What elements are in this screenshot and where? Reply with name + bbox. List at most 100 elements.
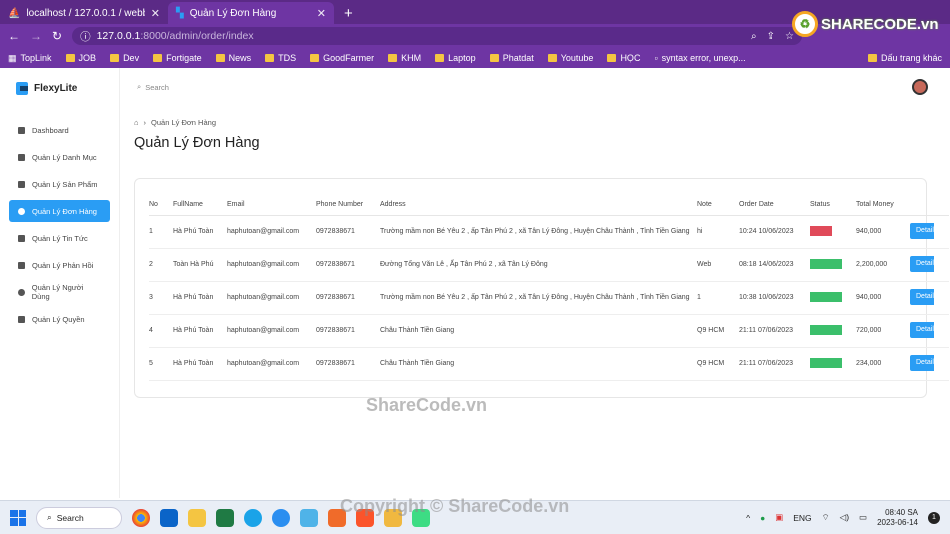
cell-note: hi [697, 215, 739, 249]
cell-fullname: Hà Phú Toàn [173, 281, 227, 315]
outlook-icon[interactable] [160, 508, 178, 527]
sidebar-item-products[interactable]: Quản Lý Sản Phẩm [9, 173, 110, 195]
close-icon[interactable]: ✕ [151, 7, 160, 20]
browser-tab-orders[interactable]: ▚ Quản Lý Đơn Hàng ✕ [168, 2, 334, 24]
chrome-icon[interactable] [132, 508, 150, 527]
new-tab-button[interactable]: + [334, 5, 363, 24]
main-content: ⌂ › Quản Lý Đơn Hàng Quản Lý Đơn Hàng No… [134, 118, 949, 398]
sidebar-item-users[interactable]: Quản Lý Người Dùng [9, 281, 110, 303]
sidebar-item-label: Quản Lý Người Dùng [31, 283, 84, 301]
orders-table: No FullName Email Phone Number Address N… [149, 195, 949, 381]
folder-icon [435, 54, 445, 62]
cell-no: 3 [149, 281, 173, 315]
sidebar-item-orders[interactable]: Quản Lý Đơn Hàng [9, 200, 110, 222]
info-icon: ⓘ [80, 30, 91, 43]
antivirus-icon[interactable]: ▣ [775, 512, 783, 523]
zalo-icon[interactable] [272, 508, 290, 527]
back-icon[interactable]: ← [8, 29, 20, 43]
detail-button[interactable]: Detail [910, 288, 934, 305]
bookmark-folder[interactable]: TDS [265, 53, 296, 63]
col-status: Status [810, 195, 856, 216]
language-indicator[interactable]: ENG [793, 513, 811, 523]
sidebar-item-label: Quản Lý Sản Phẩm [32, 179, 98, 189]
battery-icon[interactable]: ▭ [859, 512, 867, 523]
shield-icon[interactable]: ● [760, 513, 765, 523]
taskbar-search[interactable]: ⌕ Search [36, 506, 122, 529]
close-icon[interactable]: ✕ [317, 7, 326, 20]
bookmark-folder[interactable]: Phatdat [489, 53, 534, 63]
col-order-date: Order Date [739, 195, 810, 216]
folder-icon [607, 54, 617, 62]
bookmark-folder[interactable]: News [215, 53, 251, 63]
other-bookmarks[interactable]: Dấu trang khác [867, 53, 942, 63]
orders-card: No FullName Email Phone Number Address N… [134, 178, 949, 398]
notepad-icon[interactable] [300, 508, 318, 527]
search-input[interactable]: Search [145, 83, 169, 92]
bookmark-folder[interactable]: JOB [65, 53, 96, 63]
bookmark-folder[interactable]: HỌC [607, 53, 640, 63]
table-row: 5 Hà Phú Toàn haphutoan@gmail.com 097283… [149, 347, 949, 381]
excel-icon[interactable] [216, 508, 234, 527]
home-icon[interactable]: ⌂ [134, 118, 139, 127]
sidebar-item-permissions[interactable]: Quản Lý Quyền [9, 308, 110, 330]
detail-button[interactable]: Detail [910, 354, 934, 371]
cell-total: 940,000 [856, 281, 910, 315]
detail-button[interactable]: Detail [910, 321, 934, 338]
bookmark-folder[interactable]: Dev [110, 53, 139, 63]
bookmark-label: GoodFarmer [323, 53, 375, 63]
address-bar[interactable]: ⓘ 127.0.0.1:8000/admin/order/index ⌕ ⇪ ☆ [72, 27, 802, 45]
skype-icon[interactable] [244, 508, 262, 527]
brand[interactable]: FlexyLite [0, 68, 119, 109]
sidebar-item-news[interactable]: Quản Lý Tin Tức [9, 227, 110, 249]
sidebar-item-feedback[interactable]: Quản Lý Phản Hồi [9, 254, 110, 276]
reload-icon[interactable]: ↻ [52, 29, 62, 43]
notification-icon[interactable]: 1 [928, 511, 940, 524]
bookmark-label: syntax error, unexp... [661, 53, 746, 63]
windows-start-icon[interactable] [10, 509, 26, 526]
detail-button[interactable]: Detail [910, 255, 934, 272]
watermark: ShareCode.vn [366, 395, 488, 415]
chevron-up-icon[interactable]: ^ [746, 513, 750, 523]
cell-no: 1 [149, 215, 173, 249]
browser-tab-phpmyadmin[interactable]: ⛵ localhost / 127.0.0.1 / webbanhan ✕ [0, 2, 168, 24]
share-icon[interactable]: ⇪ [767, 31, 775, 42]
table-row: 4 Hà Phú Toàn haphutoan@gmail.com 097283… [149, 314, 949, 348]
bookmark-label: HỌC [620, 53, 641, 63]
topbar: ⌕ Search [121, 68, 950, 106]
bookmark-toplink[interactable]: ▦ TopLink [8, 53, 52, 64]
cell-address: Châu Thành Tiền Giang [380, 347, 697, 381]
bookmark-folder[interactable]: GoodFarmer [310, 53, 374, 63]
bookmark-folder[interactable]: Youtube [547, 53, 593, 63]
folder-icon [388, 54, 398, 62]
sidebar-item-categories[interactable]: Quản Lý Danh Mục [9, 146, 110, 168]
apps-grid-icon: ▦ [8, 52, 17, 63]
file-explorer-icon[interactable] [188, 508, 206, 527]
cell-note: Q9 HCM [697, 314, 739, 348]
avatar[interactable] [912, 79, 928, 95]
page-title: Quản Lý Đơn Hàng [134, 135, 260, 151]
cell-fullname: Hà Phú Toàn [173, 314, 227, 348]
brand-logo-icon [16, 82, 28, 95]
cell-fullname: Toàn Hà Phú [173, 248, 227, 282]
cell-address: Trường mầm non Bé Yêu 2 , ấp Tân Phú 2 ,… [380, 281, 697, 315]
zoom-icon[interactable]: ⌕ [751, 31, 757, 42]
detail-button[interactable]: Detail [910, 222, 934, 239]
bookmark-link[interactable]: ▫ syntax error, unexp... [654, 53, 745, 63]
bookmark-folder[interactable]: KHM [388, 53, 421, 63]
sidebar-item-dashboard[interactable]: Dashboard [9, 119, 110, 141]
forward-icon[interactable]: → [30, 29, 42, 43]
wifi-icon[interactable]: ⌔ [822, 512, 830, 523]
cell-note: 1 [697, 281, 739, 315]
status-badge [810, 324, 842, 335]
url-host: 127.0.0.1 [96, 30, 141, 42]
cell-phone: 0972838671 [316, 248, 380, 282]
volume-icon[interactable]: ◁) [840, 512, 849, 523]
bookmark-folder[interactable]: Fortigate [153, 53, 202, 63]
table-row: 1 Hà Phú Toàn haphutoan@gmail.com 097283… [149, 215, 949, 249]
bookmark-label: Fortigate [166, 53, 202, 63]
cell-email: haphutoan@gmail.com [227, 215, 316, 249]
search-icon: ⌕ [47, 512, 52, 522]
clock[interactable]: 08:40 SA 2023-06-14 [877, 508, 918, 528]
bookmark-folder[interactable]: Laptop [435, 53, 476, 63]
cell-phone: 0972838671 [316, 281, 380, 315]
